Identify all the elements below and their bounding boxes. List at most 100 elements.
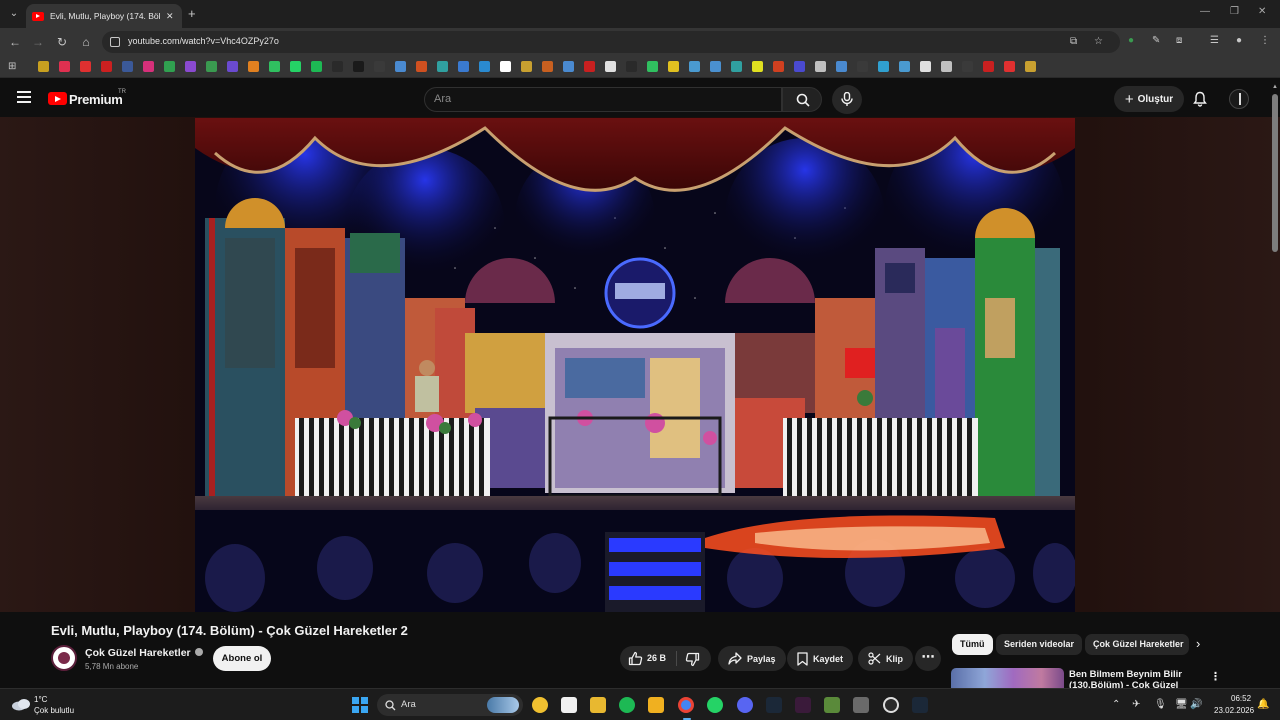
like-thumb-up-icon[interactable] [628, 651, 643, 666]
home-icon[interactable]: ⌂ [78, 34, 94, 50]
clip-button[interactable]: Klip [858, 646, 913, 671]
notification-center-icon[interactable]: 🔔 [1257, 699, 1269, 710]
channel-avatar[interactable] [51, 645, 77, 671]
browser-tab-active[interactable]: Evli, Mutlu, Playboy (174. Bölüm) ✕ [26, 4, 182, 28]
clock-time[interactable]: 06:52 [1231, 694, 1251, 703]
bookmark-favicon-icon[interactable] [647, 61, 658, 72]
weather-temperature[interactable]: 1°C [34, 695, 47, 704]
chip-all[interactable]: Tümü [952, 634, 993, 655]
tray-steam-icon[interactable]: ✈ [1132, 699, 1140, 710]
bookmark-favicon-icon[interactable] [857, 61, 868, 72]
more-actions-button[interactable]: ⋯ [915, 646, 941, 671]
reading-list-icon[interactable]: ☰ [1210, 35, 1219, 46]
bookmark-favicon-icon[interactable] [185, 61, 196, 72]
tray-mic-icon[interactable]: 🎙 [1154, 699, 1167, 710]
file-explorer-icon[interactable] [590, 697, 606, 713]
store-icon[interactable] [561, 697, 577, 713]
like-count[interactable]: 26 B [647, 653, 666, 663]
extensions-puzzle-icon[interactable]: ⧈ [1176, 35, 1182, 46]
bookmark-favicon-icon[interactable] [836, 61, 847, 72]
clock-date[interactable]: 23.02.2026 [1214, 706, 1254, 715]
bookmark-favicon-icon[interactable] [311, 61, 322, 72]
edge-copilot-icon[interactable] [532, 697, 548, 713]
taskbar-search-box[interactable]: Ara [377, 694, 523, 716]
install-app-icon[interactable]: ⧉ [1070, 36, 1077, 47]
bookmark-favicon-icon[interactable] [626, 61, 637, 72]
bookmark-favicon-icon[interactable] [80, 61, 91, 72]
guide-menu-icon[interactable] [17, 91, 31, 103]
bookmark-favicon-icon[interactable] [395, 61, 406, 72]
bookmark-favicon-icon[interactable] [962, 61, 973, 72]
bookmark-favicon-icon[interactable] [689, 61, 700, 72]
chip-series-videos[interactable]: Seriden videolar [996, 634, 1083, 655]
bookmark-favicon-icon[interactable] [794, 61, 805, 72]
video-player[interactable] [195, 118, 1075, 612]
channel-name-link[interactable]: Çok Güzel Hareketler [85, 647, 203, 659]
recommended-video-thumbnail[interactable] [951, 668, 1064, 688]
bookmark-favicon-icon[interactable] [773, 61, 784, 72]
weather-condition[interactable]: Çok bulutlu [34, 706, 74, 715]
minimize-icon[interactable]: — [1200, 6, 1210, 17]
app-icon-yellow[interactable] [648, 697, 664, 713]
search-box[interactable] [424, 87, 782, 112]
bookmark-favicon-icon[interactable] [668, 61, 679, 72]
bookmark-favicon-icon[interactable] [731, 61, 742, 72]
save-button[interactable]: Kaydet [787, 646, 854, 671]
scrollbar-thumb[interactable] [1272, 94, 1278, 252]
bookmark-favicon-icon[interactable] [710, 61, 721, 72]
account-avatar[interactable] [1229, 89, 1249, 109]
create-button[interactable]: + Oluştur [1114, 86, 1184, 112]
cloudy-weather-icon[interactable] [11, 697, 31, 711]
back-arrow-icon[interactable]: ← [7, 34, 23, 50]
dislike-thumb-down-icon[interactable] [685, 652, 700, 667]
bookmark-favicon-icon[interactable] [416, 61, 427, 72]
bookmark-favicon-icon[interactable] [206, 61, 217, 72]
bookmark-favicon-icon[interactable] [479, 61, 490, 72]
steam-icon[interactable] [766, 697, 782, 713]
chrome-menu-icon[interactable]: ⋮ [1260, 35, 1270, 46]
chip-channel[interactable]: Çok Güzel Hareketler [1085, 634, 1189, 655]
subscribe-button[interactable]: Abone ol [213, 646, 271, 671]
bookmark-favicon-icon[interactable] [332, 61, 343, 72]
steam-icon-2[interactable] [912, 697, 928, 713]
bookmark-favicon-icon[interactable] [290, 61, 301, 72]
bookmark-favicon-icon[interactable] [983, 61, 994, 72]
bookmark-favicon-icon[interactable] [899, 61, 910, 72]
window-close-icon[interactable]: ✕ [1258, 6, 1266, 17]
recommended-menu-icon[interactable]: ⋮ [1210, 670, 1221, 683]
network-icon[interactable]: 🖥 [1175, 699, 1188, 710]
bookmark-favicon-icon[interactable] [1025, 61, 1036, 72]
bookmark-favicon-icon[interactable] [101, 61, 112, 72]
bookmark-favicon-icon[interactable] [815, 61, 826, 72]
tab-close-icon[interactable]: ✕ [166, 11, 174, 22]
page-scrollbar[interactable]: ▲ [1271, 82, 1279, 682]
bookmark-favicon-icon[interactable] [542, 61, 553, 72]
address-bar[interactable]: youtube.com/watch?v=Vhc4OZPy27o ⧉ ☆ [102, 31, 1120, 53]
bookmark-favicon-icon[interactable] [752, 61, 763, 72]
new-tab-plus-icon[interactable]: + [188, 6, 196, 21]
profile-icon[interactable]: ● [1236, 35, 1242, 46]
bookmark-favicon-icon[interactable] [164, 61, 175, 72]
bookmark-favicon-icon[interactable] [59, 61, 70, 72]
bookmark-favicon-icon[interactable] [248, 61, 259, 72]
minecraft-icon[interactable] [824, 697, 840, 713]
search-input[interactable] [434, 93, 774, 105]
bookmark-favicon-icon[interactable] [38, 61, 49, 72]
reload-icon[interactable]: ↻ [54, 34, 70, 50]
bookmark-favicon-icon[interactable] [521, 61, 532, 72]
url-text[interactable]: youtube.com/watch?v=Vhc4OZPy27o [128, 36, 279, 46]
search-button[interactable] [782, 87, 822, 112]
spotify-icon[interactable] [619, 697, 635, 713]
bookmark-favicon-icon[interactable] [500, 61, 511, 72]
bookmark-favicon-icon[interactable] [143, 61, 154, 72]
scroll-up-icon[interactable]: ▲ [1272, 84, 1278, 90]
notifications-bell-icon[interactable] [1193, 91, 1207, 107]
bookmark-favicon-icon[interactable] [458, 61, 469, 72]
extension-icon[interactable]: ✎ [1152, 35, 1160, 46]
bookmark-favicon-icon[interactable] [563, 61, 574, 72]
share-button[interactable]: Paylaş [718, 646, 786, 671]
youtube-logo-icon[interactable] [48, 92, 67, 105]
bookmark-favicon-icon[interactable] [269, 61, 280, 72]
chips-next-chevron-icon[interactable]: › [1196, 636, 1200, 651]
bookmark-favicon-icon[interactable] [584, 61, 595, 72]
